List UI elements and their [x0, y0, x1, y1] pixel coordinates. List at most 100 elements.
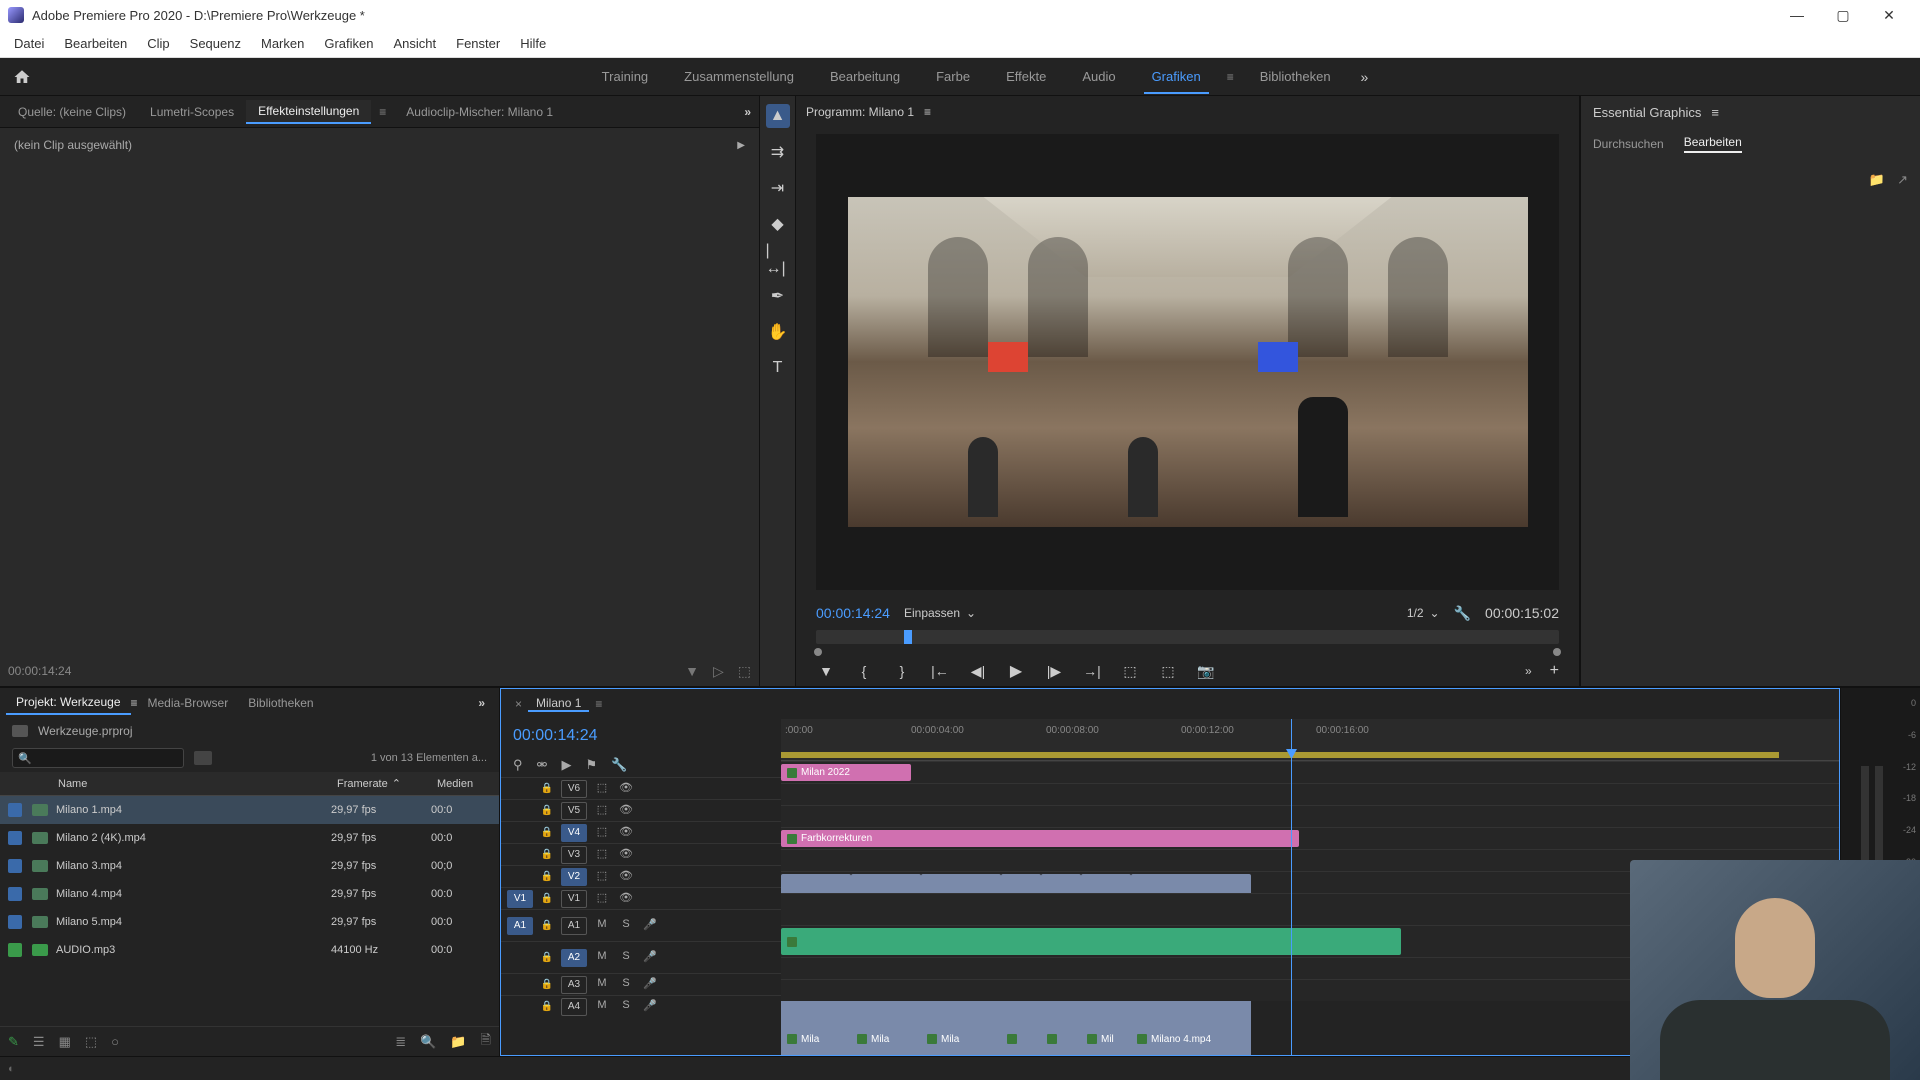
label-swatch[interactable]: [8, 803, 22, 817]
panel-menu-icon[interactable]: ≡: [371, 105, 394, 119]
source-patch[interactable]: [507, 802, 533, 820]
solo-icon[interactable]: S: [617, 999, 635, 1015]
play-icon[interactable]: ▶: [1006, 661, 1026, 681]
workspace-bibliotheken[interactable]: Bibliotheken: [1242, 61, 1349, 92]
folder-icon[interactable]: 📁: [1869, 172, 1885, 188]
source-patch[interactable]: [507, 998, 533, 1016]
workspace-overflow-icon[interactable]: »: [1349, 69, 1381, 85]
filter-icon[interactable]: ▼: [685, 663, 699, 680]
work-area-bar[interactable]: [781, 752, 1779, 758]
source-patch[interactable]: A1: [507, 917, 533, 935]
tab-quelle[interactable]: Quelle: (keine Clips): [6, 101, 138, 123]
lock-icon[interactable]: 🔒: [539, 871, 555, 882]
playhead[interactable]: [1291, 719, 1292, 1055]
lock-icon[interactable]: 🔒: [539, 952, 555, 963]
project-row[interactable]: Milano 5.mp429,97 fps00:0: [0, 908, 499, 936]
minimize-button[interactable]: —: [1774, 0, 1820, 30]
source-patch[interactable]: [507, 780, 533, 798]
icon-view-icon[interactable]: ▦: [59, 1034, 71, 1050]
menu-fenster[interactable]: Fenster: [446, 32, 510, 55]
workspace-grafiken[interactable]: Grafiken: [1134, 61, 1219, 92]
project-row[interactable]: Milano 1.mp429,97 fps00:0: [0, 796, 499, 824]
source-patch[interactable]: [507, 868, 533, 886]
solo-icon[interactable]: S: [617, 950, 635, 966]
mute-icon[interactable]: M: [593, 950, 611, 966]
toggle-output-icon[interactable]: 👁: [617, 781, 635, 797]
menu-grafiken[interactable]: Grafiken: [314, 32, 383, 55]
close-button[interactable]: ✕: [1866, 0, 1912, 30]
track-target[interactable]: A2: [561, 949, 587, 967]
solo-icon[interactable]: S: [617, 977, 635, 993]
track-target[interactable]: V6: [561, 780, 587, 798]
find-icon[interactable]: 🔍: [420, 1034, 436, 1050]
zoom-slider-icon[interactable]: ○: [111, 1034, 119, 1049]
button-editor-icon[interactable]: +: [1550, 662, 1559, 680]
mute-icon[interactable]: M: [593, 918, 611, 934]
scrub-handle-left[interactable]: [814, 648, 822, 656]
toggle-output-icon[interactable]: 👁: [617, 891, 635, 907]
wrench-icon[interactable]: 🔧: [611, 757, 627, 773]
razor-tool-icon[interactable]: ◆: [766, 212, 790, 236]
voice-over-icon[interactable]: 🎤: [641, 950, 659, 966]
menu-datei[interactable]: Datei: [4, 32, 54, 55]
program-scrubber[interactable]: [816, 630, 1559, 644]
slip-tool-icon[interactable]: |↔|: [766, 248, 790, 272]
toggle-output-icon[interactable]: 👁: [617, 847, 635, 863]
mark-out-icon[interactable]: }: [892, 663, 912, 679]
scrub-handle-right[interactable]: [1553, 648, 1561, 656]
label-swatch[interactable]: [8, 915, 22, 929]
label-swatch[interactable]: [8, 943, 22, 957]
toggle-sync-icon[interactable]: ⬚: [593, 781, 611, 797]
tab-bibliotheken[interactable]: Bibliotheken: [238, 692, 323, 714]
add-marker-timeline-icon[interactable]: ▶: [561, 757, 571, 773]
source-patch[interactable]: V1: [507, 890, 533, 908]
home-icon[interactable]: [10, 65, 34, 89]
menu-sequenz[interactable]: Sequenz: [180, 32, 251, 55]
tab-audioclip-mischer[interactable]: Audioclip-Mischer: Milano 1: [394, 101, 565, 123]
workspace-audio[interactable]: Audio: [1064, 61, 1133, 92]
voice-over-icon[interactable]: 🎤: [641, 999, 659, 1015]
export-mogrt-icon[interactable]: ↗: [1897, 172, 1908, 188]
hand-tool-icon[interactable]: ✋: [766, 320, 790, 344]
track-target[interactable]: A3: [561, 976, 587, 994]
clip-title[interactable]: Milan 2022: [781, 764, 911, 781]
tab-lumetri[interactable]: Lumetri-Scopes: [138, 101, 246, 123]
essential-menu-icon[interactable]: ≡: [1711, 105, 1719, 120]
track-target[interactable]: V5: [561, 802, 587, 820]
project-search-input[interactable]: [12, 748, 184, 768]
toggle-sync-icon[interactable]: ⬚: [593, 825, 611, 841]
toggle-sync-icon[interactable]: ⬚: [593, 847, 611, 863]
ripple-edit-tool-icon[interactable]: ⇥: [766, 176, 790, 200]
voice-over-icon[interactable]: 🎤: [641, 918, 659, 934]
tab-media-browser[interactable]: Media-Browser: [138, 692, 239, 714]
preview-toggle-icon[interactable]: [194, 751, 212, 765]
workspace-zusammenstellung[interactable]: Zusammenstellung: [666, 61, 812, 92]
timeline-settings-icon[interactable]: ⚑: [585, 757, 597, 773]
step-forward-icon[interactable]: |▶: [1044, 663, 1064, 680]
linked-selection-icon[interactable]: ⚮: [537, 757, 548, 773]
menu-bearbeiten[interactable]: Bearbeiten: [54, 32, 137, 55]
voice-over-icon[interactable]: 🎤: [641, 977, 659, 993]
auto-sequence-icon[interactable]: ≣: [395, 1034, 406, 1050]
col-framerate[interactable]: Framerate⌃: [331, 777, 431, 790]
program-timecode[interactable]: 00:00:14:24: [816, 605, 890, 621]
timeline-ruler[interactable]: :00:00 00:00:04:00 00:00:08:00 00:00:12:…: [781, 719, 1839, 761]
workspace-farbe[interactable]: Farbe: [918, 61, 988, 92]
workspace-menu-icon[interactable]: ≡: [1219, 70, 1242, 84]
timeline-timecode[interactable]: 00:00:14:24: [501, 719, 781, 753]
track-target[interactable]: V1: [561, 890, 587, 908]
disclosure-arrow-icon[interactable]: ▶: [737, 140, 745, 151]
lock-icon[interactable]: 🔒: [539, 849, 555, 860]
lock-icon[interactable]: 🔒: [539, 783, 555, 794]
timeline-sequence-name[interactable]: Milano 1: [528, 696, 589, 712]
lift-icon[interactable]: ⬚: [1120, 663, 1140, 680]
toggle-sync-icon[interactable]: ⬚: [593, 869, 611, 885]
resolution-dropdown[interactable]: 1/2⌄: [1407, 606, 1440, 620]
overwrite-icon[interactable]: ⬚: [738, 663, 751, 680]
lock-icon[interactable]: 🔒: [539, 827, 555, 838]
timeline-menu-icon[interactable]: ≡: [589, 697, 608, 711]
project-row[interactable]: Milano 4.mp429,97 fps00:0: [0, 880, 499, 908]
project-menu-icon[interactable]: ≡: [131, 696, 138, 710]
lock-icon[interactable]: 🔒: [539, 1001, 555, 1012]
eg-tab-bearbeiten[interactable]: Bearbeiten: [1684, 135, 1742, 153]
